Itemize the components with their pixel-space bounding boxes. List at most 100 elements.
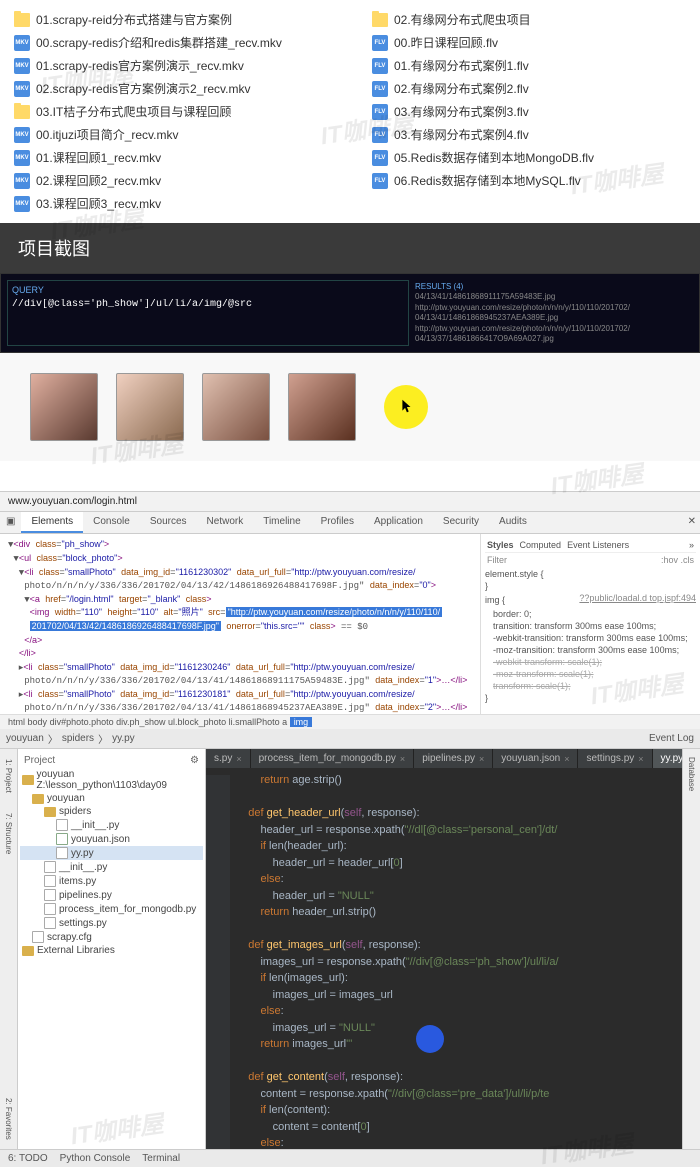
- tree-item[interactable]: youyuan.json: [20, 832, 203, 846]
- file-name: 03.有缘网分布式案例4.flv: [394, 126, 529, 143]
- close-icon[interactable]: ×: [564, 754, 569, 764]
- tool-tab-python-console[interactable]: Python Console: [60, 1153, 131, 1164]
- close-icon[interactable]: ×: [236, 754, 241, 764]
- tool-tab-project[interactable]: 1: Project: [4, 759, 13, 793]
- file-item[interactable]: FLV05.Redis数据存储到本地MongoDB.flv: [370, 146, 688, 169]
- ide-bottom-bar[interactable]: 6: TODO Python Console Terminal: [0, 1149, 700, 1167]
- file-item[interactable]: MKV02.课程回顾2_recv.mkv: [12, 169, 330, 192]
- tree-item[interactable]: spiders: [20, 805, 203, 818]
- devtools-tab-timeline[interactable]: Timeline: [253, 512, 310, 533]
- css-rule[interactable]: -webkit-transform: scale(1);: [485, 657, 696, 667]
- file-item[interactable]: MKV00.itjuzi项目简介_recv.mkv: [12, 123, 330, 146]
- gear-icon[interactable]: ⚙: [190, 755, 199, 766]
- editor-tab[interactable]: pipelines.py×: [414, 749, 493, 768]
- tool-tab-favorites[interactable]: 2: Favorites: [4, 1098, 13, 1140]
- css-rule[interactable]: -webkit-transition: transform 300ms ease…: [485, 633, 696, 643]
- close-icon[interactable]: ×: [479, 754, 484, 764]
- tree-item[interactable]: pipelines.py: [20, 888, 203, 902]
- file-item[interactable]: FLV01.有缘网分布式案例1.flv: [370, 54, 688, 77]
- file-name: 03.IT桔子分布式爬虫项目与课程回顾: [36, 103, 231, 120]
- xpath-query-input[interactable]: [12, 299, 404, 310]
- browser-url-bar[interactable]: www.youyuan.com/login.html: [0, 491, 700, 511]
- file-item[interactable]: MKV02.scrapy-redis官方案例演示2_recv.mkv: [12, 77, 330, 100]
- css-rule[interactable]: transition: transform 300ms ease 100ms;: [485, 621, 696, 631]
- editor-tab[interactable]: settings.py×: [578, 749, 652, 768]
- file-item[interactable]: FLV00.昨日课程回顾.flv: [370, 31, 688, 54]
- crumb-segment[interactable]: body: [28, 717, 48, 727]
- file-item[interactable]: MKV00.scrapy-redis介绍和redis集群搭建_recv.mkv: [12, 31, 330, 54]
- file-item[interactable]: FLV06.Redis数据存储到本地MySQL.flv: [370, 169, 688, 192]
- tree-item[interactable]: process_item_for_mongodb.py: [20, 902, 203, 916]
- profile-photo[interactable]: [30, 373, 98, 441]
- crumb-segment[interactable]: a: [282, 717, 287, 727]
- devtools-elements-panel[interactable]: ▼<div class="ph_show"> ▼<ul class="block…: [0, 534, 480, 714]
- close-icon[interactable]: ×: [638, 754, 643, 764]
- css-rule[interactable]: border: 0;: [485, 609, 696, 619]
- profile-photo[interactable]: [288, 373, 356, 441]
- devtools-tab-sources[interactable]: Sources: [140, 512, 197, 533]
- css-rule[interactable]: transform: scale(1);: [485, 681, 696, 691]
- close-icon[interactable]: ✕: [684, 512, 700, 533]
- devtools-styles-panel[interactable]: StylesComputedEvent Listeners» Filter:ho…: [480, 534, 700, 714]
- styles-subtab[interactable]: Computed: [520, 540, 562, 550]
- event-log-link[interactable]: Event Log: [649, 733, 694, 744]
- file-name: 00.昨日课程回顾.flv: [394, 34, 498, 51]
- devtools-tab-network[interactable]: Network: [197, 512, 254, 533]
- mkv-icon: MKV: [14, 173, 30, 189]
- results-label: RESULTS (4): [415, 282, 691, 292]
- tree-item[interactable]: youyuan: [20, 792, 203, 805]
- file-item[interactable]: 02.有缘网分布式爬虫项目: [370, 8, 688, 31]
- devtools-breadcrumb[interactable]: html body div#photo.photo div.ph_show ul…: [0, 714, 700, 729]
- profile-photo[interactable]: [202, 373, 270, 441]
- styles-subtab[interactable]: Event Listeners: [567, 540, 629, 550]
- tree-item[interactable]: External Libraries: [20, 944, 203, 957]
- devtools-tab-profiles[interactable]: Profiles: [311, 512, 364, 533]
- devtools-tab-audits[interactable]: Audits: [489, 512, 537, 533]
- css-rule[interactable]: -moz-transition: transform 300ms ease 10…: [485, 645, 696, 655]
- editor-tab[interactable]: s.py×: [206, 749, 251, 768]
- crumb-segment[interactable]: div#photo.photo: [50, 717, 114, 727]
- file-item[interactable]: FLV02.有缘网分布式案例2.flv: [370, 77, 688, 100]
- file-item[interactable]: MKV01.课程回顾1_recv.mkv: [12, 146, 330, 169]
- crumb-segment[interactable]: li.smallPhoto: [229, 717, 280, 727]
- file-item[interactable]: 01.scrapy-reid分布式搭建与官方案例: [12, 8, 330, 31]
- file-item[interactable]: FLV03.有缘网分布式案例3.flv: [370, 100, 688, 123]
- editor-tab[interactable]: process_item_for_mongodb.py×: [251, 749, 415, 768]
- tree-item[interactable]: __init__.py: [20, 818, 203, 832]
- tree-item[interactable]: yy.py: [20, 846, 203, 860]
- project-tree[interactable]: Project ⚙ youyuan Z:\lesson_python\1103\…: [18, 749, 206, 1149]
- close-icon[interactable]: ×: [400, 754, 405, 764]
- crumb-segment[interactable]: div.ph_show: [116, 717, 165, 727]
- devtools-tab-security[interactable]: Security: [433, 512, 489, 533]
- profile-photo[interactable]: [116, 373, 184, 441]
- breadcrumb-item[interactable]: yy.py: [112, 733, 135, 744]
- editor-tab[interactable]: youyuan.json×: [493, 749, 578, 768]
- inspect-icon[interactable]: ▣: [0, 512, 21, 533]
- code-editor[interactable]: s.py×process_item_for_mongodb.py×pipelin…: [206, 749, 682, 1149]
- ide-left-gutter[interactable]: 1: Project 7: Structure 2: Favorites: [0, 749, 18, 1149]
- tree-item[interactable]: youyuan Z:\lesson_python\1103\day09: [20, 768, 203, 792]
- tool-tab-database[interactable]: Database: [687, 757, 696, 791]
- tool-tab-todo[interactable]: 6: TODO: [8, 1153, 48, 1164]
- styles-subtab[interactable]: Styles: [487, 540, 514, 550]
- tree-item[interactable]: items.py: [20, 874, 203, 888]
- file-item[interactable]: FLV03.有缘网分布式案例4.flv: [370, 123, 688, 146]
- tool-tab-terminal[interactable]: Terminal: [142, 1153, 180, 1164]
- css-rule[interactable]: -moz-transform: scale(1);: [485, 669, 696, 679]
- crumb-segment[interactable]: html: [8, 717, 25, 727]
- tree-item[interactable]: settings.py: [20, 916, 203, 930]
- tree-item[interactable]: scrapy.cfg: [20, 930, 203, 944]
- devtools-tab-application[interactable]: Application: [364, 512, 433, 533]
- file-item[interactable]: MKV01.scrapy-redis官方案例演示_recv.mkv: [12, 54, 330, 77]
- file-item[interactable]: MKV03.课程回顾3_recv.mkv: [12, 192, 330, 215]
- crumb-segment[interactable]: img: [290, 717, 313, 727]
- file-item[interactable]: 03.IT桔子分布式爬虫项目与课程回顾: [12, 100, 330, 123]
- crumb-segment[interactable]: ul.block_photo: [168, 717, 226, 727]
- editor-tab[interactable]: yy.py×: [653, 749, 682, 768]
- breadcrumb-item[interactable]: youyuan: [6, 733, 44, 744]
- breadcrumb-item[interactable]: spiders: [62, 733, 94, 744]
- devtools-tab-console[interactable]: Console: [83, 512, 140, 533]
- tool-tab-structure[interactable]: 7: Structure: [4, 813, 13, 854]
- devtools-tab-elements[interactable]: Elements: [21, 512, 83, 533]
- tree-item[interactable]: __init__.py: [20, 860, 203, 874]
